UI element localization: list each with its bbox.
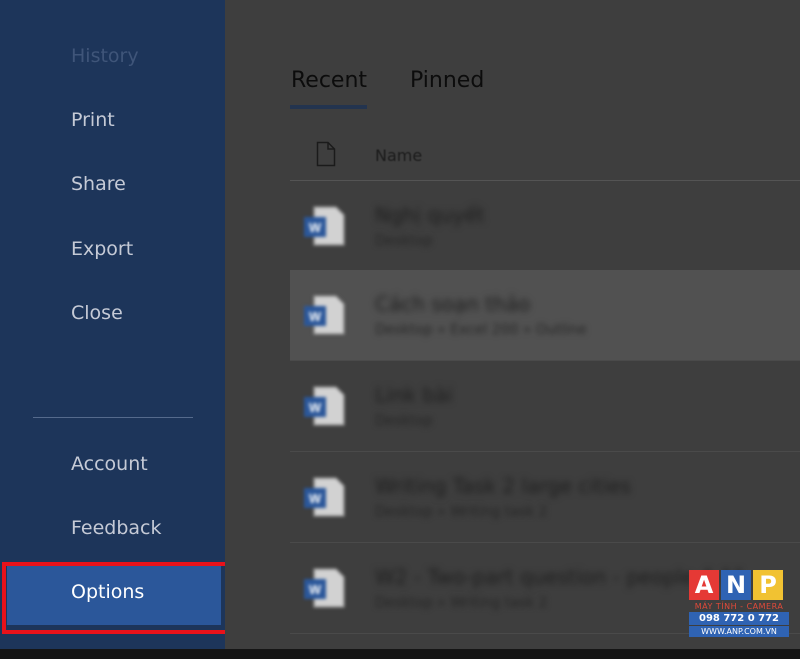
svg-text:W: W	[309, 309, 322, 324]
sidebar-item-account[interactable]: Account	[71, 453, 148, 475]
svg-text:W: W	[309, 491, 322, 506]
sidebar-divider	[33, 417, 193, 418]
recent-file-row[interactable]: W Nghị quyết Desktop	[290, 181, 800, 272]
file-path: Desktop » Writing task 2	[375, 504, 548, 520]
name-column-header[interactable]: Name	[375, 146, 422, 165]
svg-text:W: W	[309, 582, 322, 597]
word-document-icon: W	[304, 568, 345, 608]
file-path: Desktop	[375, 233, 433, 249]
watermark-tagline: MÁY TÍNH - CAMERA	[694, 602, 784, 611]
main-panel: Recent Pinned Name W Nghị quyết Desktop …	[225, 0, 800, 649]
sidebar-item-export[interactable]: Export	[71, 238, 133, 260]
file-title: Link bài	[375, 383, 453, 407]
file-icon	[316, 141, 336, 167]
file-title: Cách soạn thảo	[375, 292, 531, 316]
watermark-letter: N	[721, 570, 751, 600]
sidebar-item-print[interactable]: Print	[71, 109, 115, 131]
file-list-header: Name	[290, 136, 800, 181]
tab-recent[interactable]: Recent	[291, 68, 367, 93]
backstage-sidebar: History Print Share Export Close Account…	[0, 0, 229, 649]
watermark-website: WWW.ANP.COM.VN	[689, 626, 789, 637]
sidebar-item-options[interactable]: Options	[7, 565, 221, 625]
file-title: Writing Task 2 large cities	[375, 474, 632, 498]
watermark-letter: A	[689, 570, 719, 600]
watermark-phone: 098 772 0 772	[689, 612, 789, 625]
recent-file-row[interactable]: W Writing Task 2 large cities Desktop » …	[290, 452, 800, 543]
bottom-strip	[0, 649, 800, 659]
word-document-icon: W	[304, 206, 345, 246]
word-document-icon: W	[304, 386, 345, 426]
file-path: Desktop » Excel 200 » Outline	[375, 322, 587, 338]
sidebar-item-share[interactable]: Share	[71, 173, 126, 195]
svg-text:W: W	[309, 220, 322, 235]
watermark-letter: P	[753, 570, 783, 600]
anp-watermark: A N P MÁY TÍNH - CAMERA 098 772 0 772 WW…	[689, 570, 789, 646]
file-path: Desktop	[375, 413, 433, 429]
file-path: Desktop » Writing task 2	[375, 595, 548, 611]
sidebar-item-history[interactable]: History	[71, 45, 139, 67]
recent-file-row[interactable]: W Link bài Desktop	[290, 361, 800, 452]
recent-file-row[interactable]: W Cách soạn thảo Desktop » Excel 200 » O…	[290, 270, 800, 361]
svg-text:W: W	[309, 400, 322, 415]
tab-pinned[interactable]: Pinned	[410, 68, 484, 93]
watermark-logo: A N P	[689, 570, 789, 600]
options-label: Options	[71, 581, 145, 603]
sidebar-item-feedback[interactable]: Feedback	[71, 517, 161, 539]
word-document-icon: W	[304, 477, 345, 517]
active-tab-indicator	[290, 105, 367, 109]
word-document-icon: W	[304, 295, 345, 335]
file-title: Nghị quyết	[375, 203, 485, 227]
sidebar-item-close[interactable]: Close	[71, 302, 123, 324]
